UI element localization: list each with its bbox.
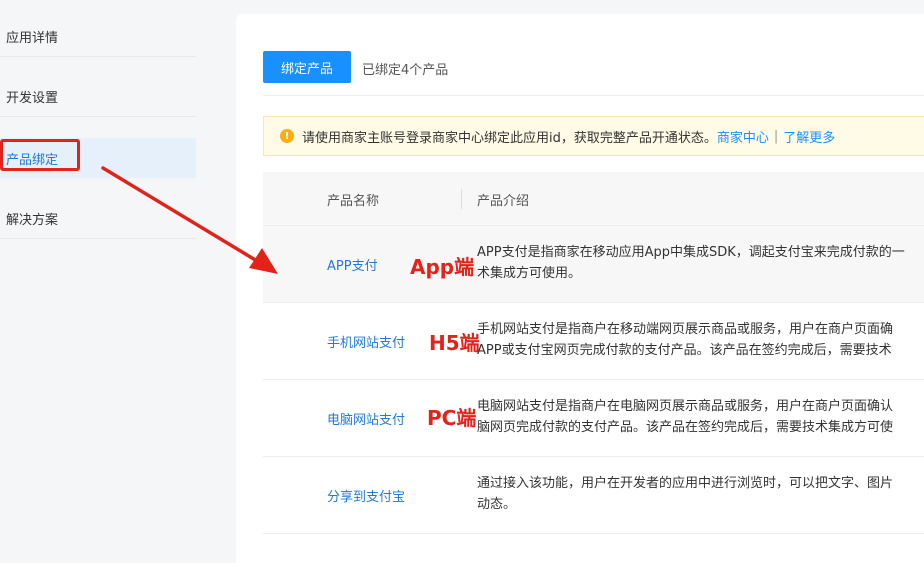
product-name-link[interactable]: 分享到支付宝: [327, 457, 405, 534]
product-name-link[interactable]: APP支付: [327, 226, 378, 303]
main-panel: 绑定产品 已绑定4个产品 ! 请使用商家主账号登录商家中心绑定此应用id，获取完…: [236, 14, 924, 563]
product-description: APP支付是指商家在移动应用App中集成SDK，调起支付宝来完成付款的一 术集成…: [477, 242, 924, 284]
table-row: 电脑网站支付 PC端 电脑网站支付是指商户在电脑网页展示商品或服务，用户在商户页…: [263, 380, 924, 457]
product-table: 产品名称 产品介绍 APP支付 App端 APP支付是指商家在移动应用App中集…: [263, 172, 924, 534]
page: 应用详情 开发设置 产品绑定 解决方案 绑定产品 已绑定4个产品 ! 请使用商家…: [0, 0, 924, 563]
table-header: 产品名称 产品介绍: [263, 172, 924, 226]
sidebar: 应用详情 开发设置 产品绑定 解决方案: [0, 0, 200, 563]
sidebar-item-dev-settings[interactable]: 开发设置: [0, 77, 196, 117]
link-separator: |: [773, 128, 779, 144]
desc-line: 通过接入该功能，用户在开发者的应用中进行浏览时，可以把文字、图片: [477, 476, 894, 491]
alert-text: 请使用商家主账号登录商家中心绑定此应用id，获取完整产品开通状态。: [302, 130, 717, 146]
table-row: APP支付 App端 APP支付是指商家在移动应用App中集成SDK，调起支付宝…: [263, 226, 924, 303]
platform-annotation: PC端: [427, 406, 477, 430]
column-separator: [461, 189, 462, 209]
bound-count-text: 已绑定4个产品: [362, 63, 449, 78]
product-description: 电脑网站支付是指商户在电脑网页展示商品或服务，用户在商户页面确认 脑网页完成付款…: [477, 396, 924, 438]
product-name-link[interactable]: 电脑网站支付: [327, 380, 405, 457]
desc-line: 动态。: [477, 497, 517, 512]
learn-more-link[interactable]: 了解更多: [783, 127, 835, 146]
table-row: 手机网站支付 H5端 手机网站支付是指商户在移动端网页展示商品或服务，用户在商户…: [263, 303, 924, 380]
divider: [263, 95, 924, 96]
desc-line: 电脑网站支付是指商户在电脑网页展示商品或服务，用户在商户页面确认: [477, 399, 894, 414]
product-name-link[interactable]: 手机网站支付: [327, 303, 405, 380]
product-description: 通过接入该功能，用户在开发者的应用中进行浏览时，可以把文字、图片 动态。: [477, 473, 924, 515]
info-alert: ! 请使用商家主账号登录商家中心绑定此应用id，获取完整产品开通状态。 商家中心…: [263, 116, 924, 156]
bind-product-button[interactable]: 绑定产品: [263, 51, 351, 83]
desc-line: APP支付是指商家在移动应用App中集成SDK，调起支付宝来完成付款的一: [477, 245, 905, 260]
sidebar-item-solutions[interactable]: 解决方案: [0, 199, 196, 239]
highlight-box: [0, 139, 80, 171]
column-header-name: 产品名称: [327, 194, 380, 209]
warning-icon: !: [280, 129, 294, 143]
desc-line: APP或支付宝网页完成付款的支付产品。该产品在签约完成后，需要技术: [477, 343, 892, 358]
desc-line: 脑网页完成付款的支付产品。该产品在签约完成后，需要技术集成方可使: [477, 420, 894, 435]
platform-annotation: H5端: [429, 331, 480, 355]
product-description: 手机网站支付是指商户在移动端网页展示商品或服务，用户在商户页面确 APP或支付宝…: [477, 319, 924, 361]
sidebar-item-label: 解决方案: [6, 213, 59, 228]
merchant-center-link[interactable]: 商家中心: [717, 127, 769, 146]
desc-line: 术集成方可使用。: [477, 266, 582, 281]
platform-annotation: App端: [410, 255, 475, 279]
sidebar-item-app-details[interactable]: 应用详情: [0, 17, 196, 57]
table-row: 分享到支付宝 通过接入该功能，用户在开发者的应用中进行浏览时，可以把文字、图片 …: [263, 457, 924, 534]
column-header-desc: 产品介绍: [477, 194, 530, 209]
sidebar-item-label: 应用详情: [6, 31, 59, 46]
sidebar-item-label: 开发设置: [6, 91, 59, 106]
desc-line: 手机网站支付是指商户在移动端网页展示商品或服务，用户在商户页面确: [477, 322, 894, 337]
